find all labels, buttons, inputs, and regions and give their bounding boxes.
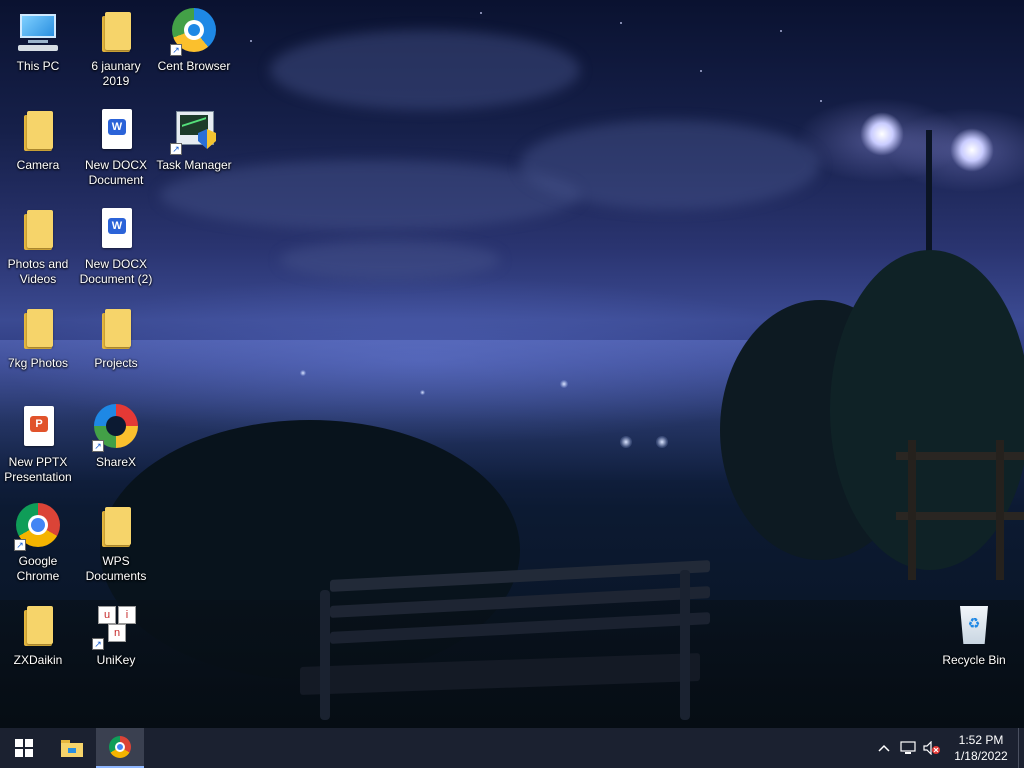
desktop-icon-projects[interactable]: Projects: [78, 305, 154, 371]
file-explorer-icon: [61, 740, 83, 757]
shortcut-arrow-icon: ↗: [14, 539, 26, 551]
icon-label: Cent Browser: [157, 59, 231, 73]
wallpaper-star: [780, 30, 782, 32]
clock-date: 1/18/2022: [954, 749, 1008, 763]
icon-label: Task Manager: [156, 158, 232, 172]
word-document-icon: W: [92, 206, 140, 254]
desktop-icon-new-docx-2[interactable]: W New DOCX Document (2): [78, 206, 154, 287]
wallpaper-light: [560, 380, 568, 388]
system-tray: 1:52 PM 1/18/2022: [872, 728, 1024, 768]
desktop-icon-7kg-photos[interactable]: 7kg Photos: [0, 305, 76, 371]
icon-label: UniKey: [96, 653, 136, 667]
wallpaper-light: [420, 390, 425, 395]
volume-muted-icon[interactable]: [920, 728, 944, 768]
desktop-wallpaper: This PC Camera Photos and Videos 7kg Pho…: [0, 0, 1024, 728]
wallpaper-cloud: [520, 120, 820, 210]
chevron-up-icon[interactable]: [872, 728, 896, 768]
icon-label: ZXDaikin: [13, 653, 63, 667]
wallpaper-light: [656, 436, 668, 448]
folder-icon: [92, 8, 140, 56]
folder-icon: [14, 206, 62, 254]
icon-label: Camera: [16, 158, 60, 172]
wallpaper-star: [620, 22, 622, 24]
desktop-icon-6-jaunary-2019[interactable]: 6 jaunary 2019: [78, 8, 154, 89]
start-button[interactable]: [0, 728, 48, 768]
powerpoint-document-icon: P: [14, 404, 62, 452]
desktop-icon-new-docx[interactable]: W New DOCX Document: [78, 107, 154, 188]
unikey-icon: u i n ↗: [92, 602, 140, 650]
taskbar: 1:52 PM 1/18/2022: [0, 728, 1024, 768]
desktop-icon-unikey[interactable]: u i n ↗ UniKey: [78, 602, 154, 668]
desktop-icon-recycle-bin[interactable]: ♻ Recycle Bin: [936, 602, 1012, 668]
icon-label: Photos and Videos: [7, 257, 69, 286]
computer-icon: [14, 8, 62, 56]
google-chrome-icon: ↗: [14, 503, 62, 551]
clock[interactable]: 1:52 PM 1/18/2022: [944, 732, 1018, 764]
desktop-icon-camera[interactable]: Camera: [0, 107, 76, 173]
wallpaper-star: [820, 100, 822, 102]
cent-browser-icon: ↗: [170, 8, 218, 56]
wallpaper-cloud: [270, 30, 580, 110]
wallpaper-bench-leg: [320, 590, 330, 720]
taskbar-google-chrome[interactable]: [96, 728, 144, 768]
shortcut-arrow-icon: ↗: [92, 440, 104, 452]
wallpaper-fence-post: [996, 440, 1004, 580]
folder-icon: [14, 107, 62, 155]
icon-label: Google Chrome: [16, 554, 60, 583]
wallpaper-tree: [830, 250, 1024, 570]
network-icon[interactable]: [896, 728, 920, 768]
icon-label: Projects: [94, 356, 138, 370]
wallpaper-light: [620, 436, 632, 448]
desktop-icon-this-pc[interactable]: This PC: [0, 8, 76, 74]
wallpaper-bench-leg: [680, 570, 690, 720]
shortcut-arrow-icon: ↗: [170, 44, 182, 56]
icon-label: 6 jaunary 2019: [91, 59, 141, 88]
icon-label: New DOCX Document: [84, 158, 147, 187]
wallpaper-star: [700, 70, 702, 72]
taskbar-file-explorer[interactable]: [48, 728, 96, 768]
desktop-icon-sharex[interactable]: ↗ ShareX: [78, 404, 154, 470]
desktop-icon-task-manager[interactable]: ↗ Task Manager: [156, 107, 232, 173]
word-document-icon: W: [92, 107, 140, 155]
desktop-icon-cent-browser[interactable]: ↗ Cent Browser: [156, 8, 232, 74]
icon-label: New DOCX Document (2): [79, 257, 153, 286]
icon-label: 7kg Photos: [7, 356, 69, 370]
task-manager-icon: ↗: [170, 107, 218, 155]
desktop-icon-google-chrome[interactable]: ↗ Google Chrome: [0, 503, 76, 584]
wallpaper-lamp-light: [860, 112, 904, 156]
show-desktop-button[interactable]: [1018, 728, 1024, 768]
icon-label: WPS Documents: [85, 554, 147, 583]
wallpaper-light: [300, 370, 306, 376]
desktop-icon-zxdaikin[interactable]: ZXDaikin: [0, 602, 76, 668]
wallpaper-star: [480, 12, 482, 14]
icon-label: New PPTX Presentation: [4, 455, 72, 484]
folder-icon: [14, 305, 62, 353]
icon-label: Recycle Bin: [942, 653, 1006, 667]
folder-icon: [14, 602, 62, 650]
folder-icon: [92, 503, 140, 551]
clock-time: 1:52 PM: [958, 733, 1004, 747]
icon-label: This PC: [16, 59, 60, 73]
desktop-icon-wps-documents[interactable]: WPS Documents: [78, 503, 154, 584]
sharex-icon: ↗: [92, 404, 140, 452]
desktop-icon-photos-and-videos[interactable]: Photos and Videos: [0, 206, 76, 287]
desktop-icon-new-pptx[interactable]: P New PPTX Presentation: [0, 404, 76, 485]
google-chrome-icon: [109, 736, 131, 758]
shortcut-arrow-icon: ↗: [92, 638, 104, 650]
wallpaper-cloud: [280, 240, 500, 280]
icon-label: ShareX: [95, 455, 137, 469]
shortcut-arrow-icon: ↗: [170, 143, 182, 155]
windows-logo-icon: [15, 739, 33, 757]
wallpaper-star: [250, 40, 252, 42]
folder-icon: [92, 305, 140, 353]
wallpaper-lamp-light: [950, 128, 994, 172]
wallpaper-fence-post: [908, 440, 916, 580]
recycle-bin-icon: ♻: [950, 602, 998, 650]
